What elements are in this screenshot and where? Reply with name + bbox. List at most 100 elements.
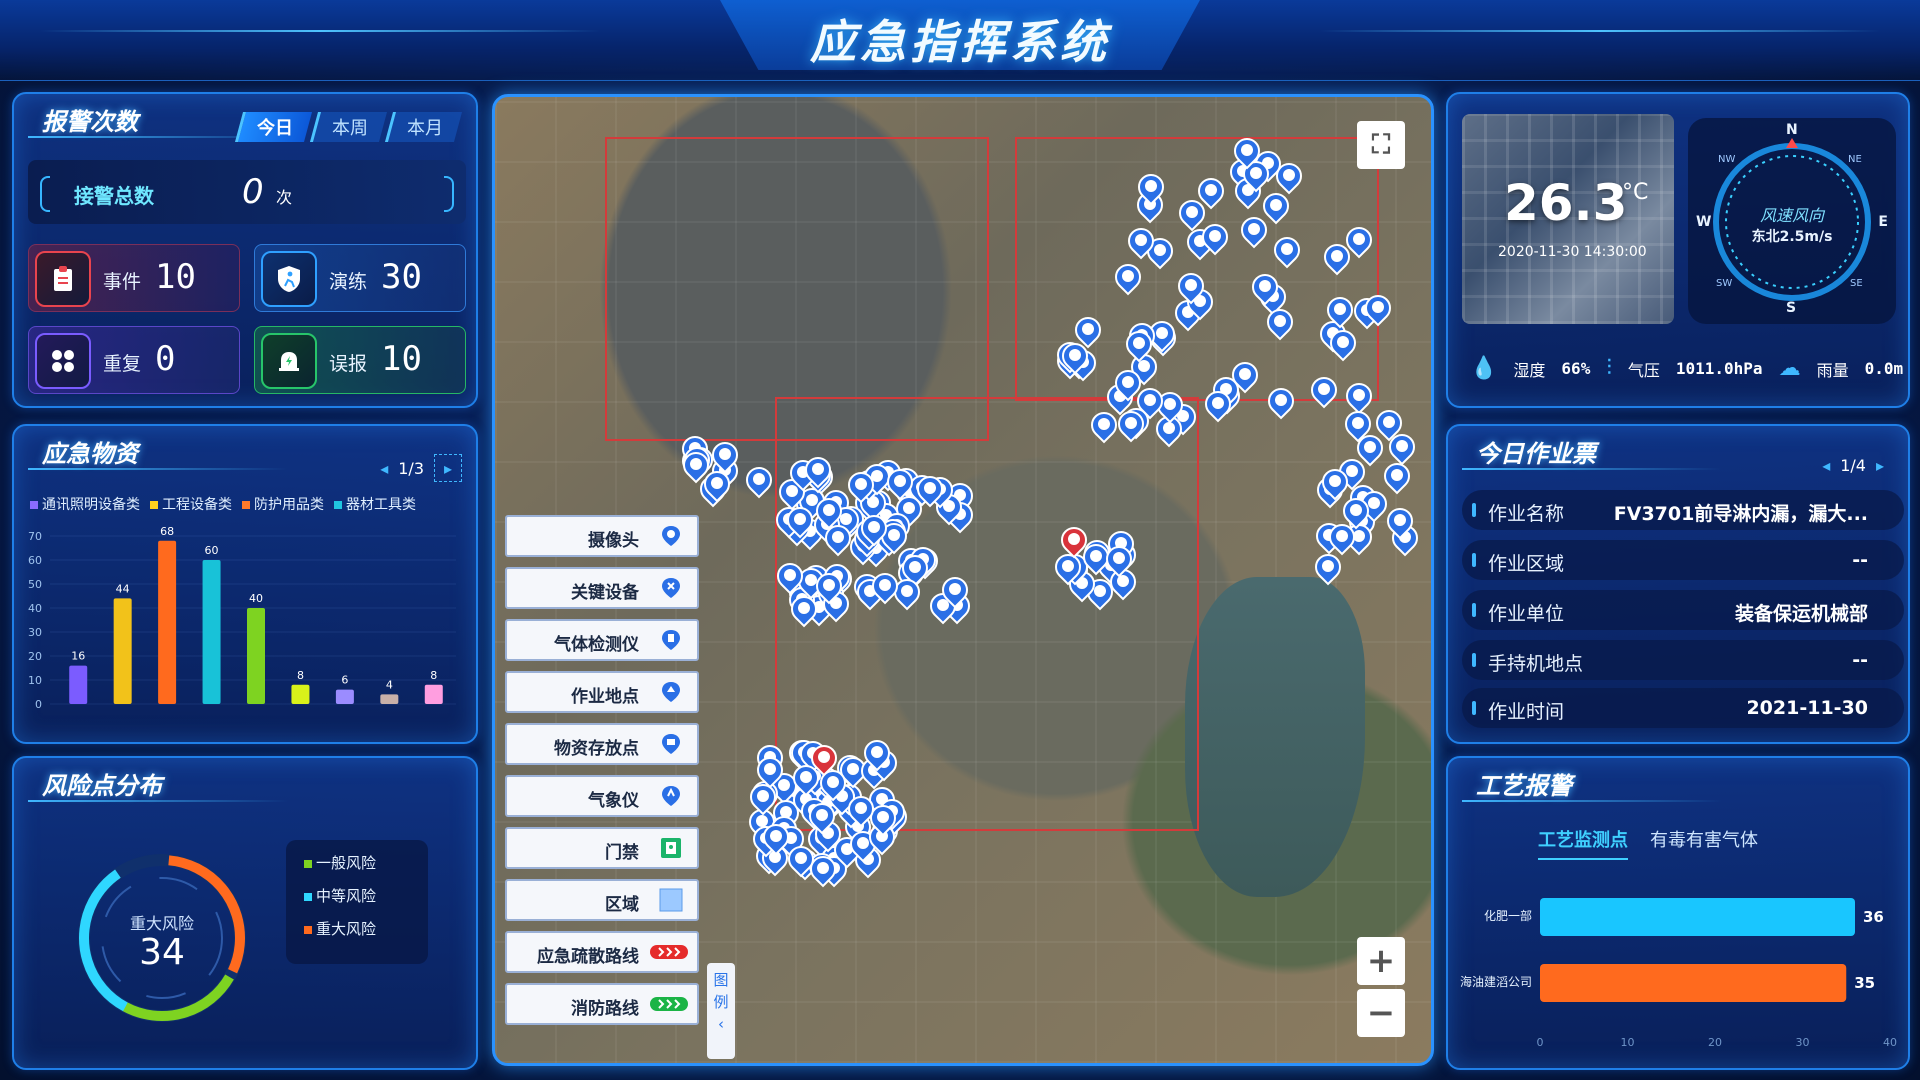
ticket-row[interactable]: 作业区域 -- — [1462, 540, 1904, 580]
map-marker-icon[interactable] — [1121, 325, 1158, 363]
map-marker-icon[interactable] — [1246, 268, 1284, 306]
map-marker-icon[interactable] — [1172, 267, 1210, 305]
ticket-row[interactable]: 作业名称 FV3701前导淋内漏，漏大... — [1462, 490, 1904, 530]
map-marker-icon[interactable] — [1100, 540, 1138, 578]
map-marker-icon[interactable] — [1351, 429, 1388, 467]
map-marker-icon[interactable] — [706, 436, 744, 474]
map-marker-icon[interactable] — [810, 567, 848, 605]
prev-page-icon[interactable]: ◂ — [380, 459, 388, 478]
supplies-bar-chart: 0 10 20 30 40 50 60 70 16 44 68 60 40 8 6 4 8 — [28, 526, 456, 711]
map-marker-icon[interactable] — [740, 461, 778, 499]
map-marker-icon[interactable] — [1316, 463, 1354, 501]
ticket-row[interactable]: 手持机地点 -- — [1462, 640, 1904, 680]
legend-weather-station[interactable]: 气象仪 — [505, 775, 699, 817]
map-marker-icon[interactable] — [1109, 364, 1146, 402]
map-marker-icon[interactable] — [1262, 382, 1300, 420]
legend-label: 气体检测仪 — [554, 635, 639, 655]
tab-toxic-gas[interactable]: 有毒有害气体 — [1650, 826, 1758, 860]
map-marker-icon[interactable] — [785, 590, 823, 628]
map-marker-icon[interactable] — [1309, 548, 1347, 586]
stat-event[interactable]: 事件 10 — [28, 244, 240, 312]
map-marker-icon[interactable] — [1109, 258, 1147, 296]
map-marker-icon[interactable] — [1270, 157, 1308, 195]
map-marker-icon[interactable] — [1112, 405, 1150, 443]
map-marker-icon[interactable] — [1228, 132, 1266, 170]
map-marker-icon[interactable] — [1340, 221, 1378, 259]
risk-legend-item[interactable]: 重大风险 — [304, 918, 428, 939]
map-marker-icon[interactable] — [842, 466, 879, 504]
legend-item[interactable]: 通讯照明设备类 — [30, 494, 140, 514]
map-marker-icon[interactable] — [698, 466, 735, 503]
next-page-icon[interactable]: ▸ — [1876, 456, 1884, 475]
alarm-marker-icon[interactable] — [805, 739, 843, 777]
legend-toggle-tab[interactable]: 图 例 ‹ — [707, 963, 735, 1059]
risk-legend-item[interactable]: 一般风险 — [304, 852, 428, 873]
legend-fire-route[interactable]: 消防路线 — [505, 983, 699, 1025]
map-marker-icon[interactable] — [842, 790, 879, 828]
map-marker-icon[interactable] — [881, 463, 919, 501]
ticket-key: 作业单位 — [1488, 603, 1565, 625]
map-marker-icon[interactable] — [799, 451, 837, 489]
map-marker-icon[interactable] — [911, 470, 949, 508]
map-marker-icon[interactable] — [1337, 492, 1374, 530]
map-marker-icon[interactable] — [1262, 303, 1299, 341]
legend-item[interactable]: 防护用品类 — [242, 494, 324, 514]
map-marker-icon[interactable] — [771, 557, 808, 595]
map-marker-icon[interactable] — [803, 798, 841, 835]
legend-evac-route[interactable]: 应急疏散路线 — [505, 931, 699, 973]
map-marker-icon[interactable] — [1324, 324, 1362, 362]
legend-gas-detector[interactable]: 气体检测仪 — [505, 619, 699, 661]
alarm-marker-icon[interactable] — [1055, 521, 1093, 559]
legend-area[interactable]: 区域 — [505, 879, 699, 921]
ticket-row[interactable]: 作业时间 2021-11-30 — [1462, 688, 1904, 728]
map-marker-icon[interactable] — [936, 572, 974, 609]
tab-month[interactable]: 本月 — [384, 112, 463, 142]
ticket-row[interactable]: 作业单位 装备保运机械部 — [1462, 590, 1904, 630]
legend-camera[interactable]: 摄像头 — [505, 515, 699, 557]
fullscreen-button[interactable]: ⛶ — [1357, 121, 1405, 169]
map-marker-icon[interactable] — [866, 567, 904, 605]
map-marker-icon[interactable] — [1379, 457, 1416, 495]
map-marker-icon[interactable] — [1174, 194, 1211, 232]
zoom-out-button[interactable]: − — [1357, 989, 1405, 1037]
legend-work-site[interactable]: 作业地点 — [505, 671, 699, 713]
map-marker-icon[interactable] — [751, 751, 789, 789]
map-marker-icon[interactable] — [1382, 502, 1419, 540]
map-marker-icon[interactable] — [1384, 428, 1421, 466]
map-marker-icon[interactable] — [781, 501, 818, 539]
map-marker-icon[interactable] — [1268, 231, 1306, 269]
legend-door-access[interactable]: 门禁 — [505, 827, 699, 869]
map-marker-icon[interactable] — [1359, 290, 1397, 327]
risk-legend-item[interactable]: 中等风险 — [304, 885, 428, 906]
map-marker-icon[interactable] — [811, 493, 848, 530]
legend-key-device[interactable]: 关键设备 — [505, 567, 699, 609]
legend-item[interactable]: 工程设备类 — [150, 494, 232, 514]
stat-drill[interactable]: 演练 30 — [254, 244, 466, 312]
satellite-map[interactable]: ⛶ + − 摄像头 关键设备 气体检测仪 作业地点 物资存放点 气象仪 门禁 区… — [492, 94, 1434, 1066]
map-marker-icon[interactable] — [1305, 371, 1343, 409]
map-marker-icon[interactable] — [1122, 223, 1160, 260]
prev-page-icon[interactable]: ◂ — [1822, 456, 1830, 475]
map-marker-icon[interactable] — [1196, 218, 1234, 256]
map-marker-icon[interactable] — [1226, 356, 1264, 394]
map-marker-icon[interactable] — [858, 735, 896, 772]
map-marker-icon[interactable] — [1132, 168, 1170, 206]
map-marker-icon[interactable] — [782, 840, 820, 878]
legend-item[interactable]: 器材工具类 — [334, 494, 416, 514]
map-marker-icon[interactable] — [1257, 187, 1295, 225]
next-page-icon[interactable]: ▸ — [434, 454, 462, 482]
y-tick-label: 0 — [35, 698, 42, 711]
map-marker-icon[interactable] — [1056, 337, 1094, 375]
tab-week[interactable]: 本周 — [309, 112, 388, 142]
map-marker-icon[interactable] — [855, 509, 893, 547]
zoom-in-button[interactable]: + — [1357, 937, 1405, 985]
map-marker-icon[interactable] — [757, 819, 795, 856]
tab-process-monitor[interactable]: 工艺监测点 — [1538, 826, 1628, 860]
map-marker-icon[interactable] — [1085, 406, 1123, 444]
map-marker-icon[interactable] — [1321, 291, 1359, 329]
stat-repeat[interactable]: 重复 0 — [28, 326, 240, 394]
legend-storage[interactable]: 物资存放点 — [505, 723, 699, 765]
map-marker-icon[interactable] — [1199, 385, 1237, 423]
stat-false-alarm[interactable]: 误报 10 — [254, 326, 466, 394]
tab-today[interactable]: 今日 — [234, 112, 313, 142]
